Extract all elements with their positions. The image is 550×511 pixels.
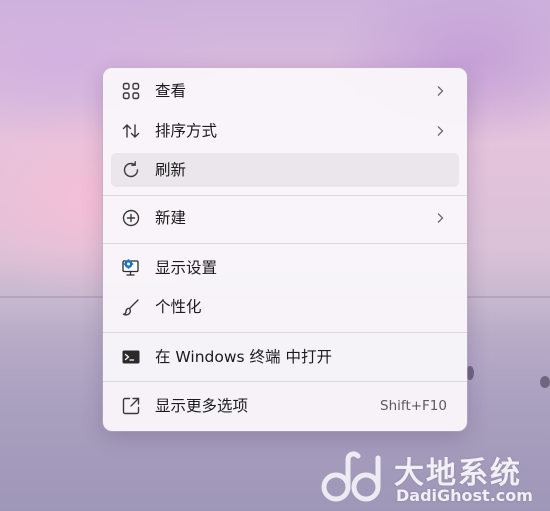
watermark-url: DadiGhost.com (396, 486, 533, 505)
brush-icon (121, 297, 141, 317)
menu-item-label: 新建 (155, 209, 187, 227)
menu-item-label: 个性化 (155, 298, 202, 316)
rock-decoration (540, 376, 550, 388)
grid-view-icon (121, 81, 141, 101)
menu-separator (103, 243, 467, 244)
menu-item-label: 显示更多选项 (155, 397, 249, 415)
menu-item-refresh[interactable]: 刷新 (111, 153, 459, 187)
chevron-right-icon (435, 212, 445, 224)
site-watermark: 大地系统 DadiGhost.com (318, 448, 550, 511)
terminal-icon (121, 347, 141, 367)
menu-item-personalize[interactable]: 个性化 (111, 290, 459, 324)
menu-item-new[interactable]: 新建 (111, 201, 459, 235)
add-circle-icon (121, 208, 141, 228)
dadi-logo-icon (318, 450, 388, 506)
menu-separator (103, 332, 467, 333)
menu-item-label: 在 Windows 终端 中打开 (155, 348, 332, 366)
sort-arrows-icon (121, 121, 141, 141)
rock-decoration (466, 366, 474, 380)
menu-item-display-settings[interactable]: 显示设置 (111, 251, 459, 285)
menu-item-label: 刷新 (155, 161, 187, 179)
menu-item-label: 显示设置 (155, 259, 218, 277)
menu-item-sort-by[interactable]: 排序方式 (111, 114, 459, 148)
menu-item-show-more-options[interactable]: 显示更多选项 Shift+F10 (111, 389, 459, 423)
menu-item-view[interactable]: 查看 (111, 74, 459, 108)
menu-item-open-in-terminal[interactable]: 在 Windows 终端 中打开 (111, 340, 459, 374)
menu-item-label: 排序方式 (155, 122, 218, 140)
menu-item-label: 查看 (155, 82, 187, 100)
refresh-icon (121, 160, 141, 180)
desktop-context-menu: 查看 排序方式 刷新 新建 显示设置 个性化 在 Windows 终端 中打开 … (103, 68, 467, 431)
shortcut-hint: Shift+F10 (380, 398, 447, 414)
menu-separator (103, 381, 467, 382)
chevron-right-icon (435, 125, 445, 137)
open-external-icon (121, 396, 141, 416)
chevron-right-icon (435, 85, 445, 97)
display-settings-icon (121, 258, 141, 278)
menu-separator (103, 195, 467, 196)
